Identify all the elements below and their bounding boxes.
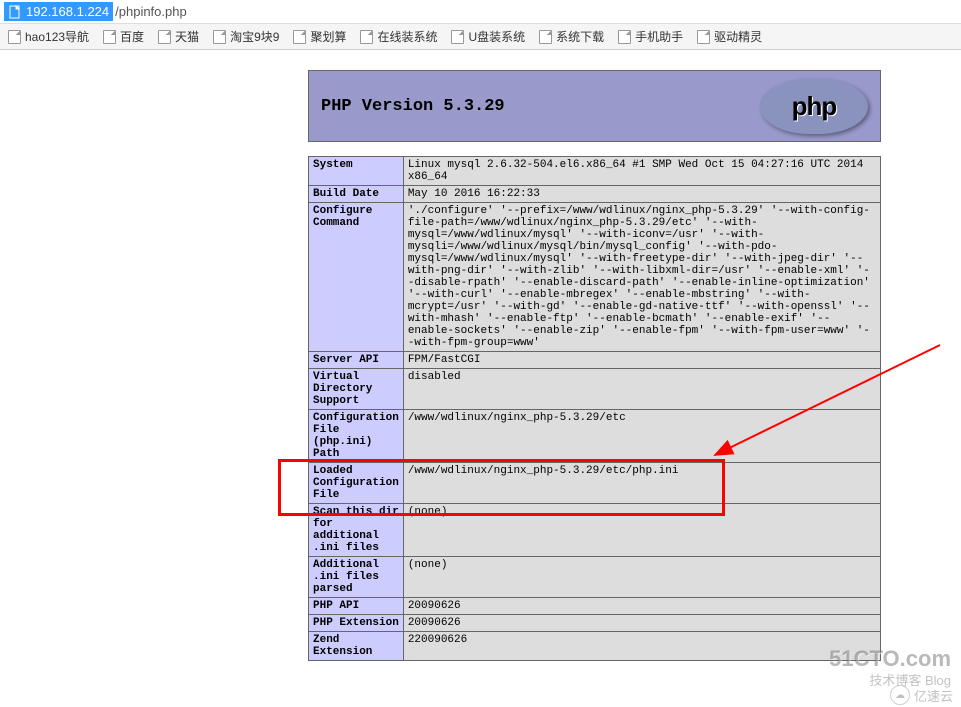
table-row: Scan this dir for additional .ini files(…	[309, 504, 881, 557]
table-row: Configure Command'./configure' '--prefix…	[309, 203, 881, 352]
row-label: Server API	[309, 352, 404, 369]
bookmark-label: 聚划算	[310, 28, 346, 45]
table-row: Configuration File (php.ini) Path/www/wd…	[309, 410, 881, 463]
row-label: Additional .ini files parsed	[309, 557, 404, 598]
page-icon	[8, 30, 21, 44]
watermark-yisu: ☁ 亿速云	[890, 685, 953, 705]
bookmark-item[interactable]: 手机助手	[618, 28, 683, 45]
row-label: Configure Command	[309, 203, 404, 352]
php-logo: php	[760, 79, 868, 134]
bookmark-label: 在线装系统	[377, 28, 437, 45]
bookmark-item[interactable]: 驱动精灵	[697, 28, 762, 45]
row-value: 20090626	[403, 615, 880, 632]
page-icon	[213, 30, 226, 44]
row-value: (none)	[403, 504, 880, 557]
php-logo-text: php	[792, 91, 837, 122]
page-icon	[451, 30, 464, 44]
page-icon	[618, 30, 631, 44]
row-label: Loaded Configuration File	[309, 463, 404, 504]
watermark-yisu-text: 亿速云	[914, 686, 953, 705]
row-value: './configure' '--prefix=/www/wdlinux/ngi…	[403, 203, 880, 352]
row-value: Linux mysql 2.6.32-504.el6.x86_64 #1 SMP…	[403, 157, 880, 186]
watermark-sub: 技术博客 Blog	[869, 670, 951, 689]
bookmark-item[interactable]: hao123导航	[8, 28, 89, 45]
url-bar[interactable]: 192.168.1.224 /phpinfo.php	[0, 0, 961, 24]
bookmark-item[interactable]: 淘宝9块9	[213, 28, 279, 45]
table-row: Loaded Configuration File/www/wdlinux/ng…	[309, 463, 881, 504]
bookmark-label: U盘装系统	[468, 28, 525, 45]
row-label: Scan this dir for additional .ini files	[309, 504, 404, 557]
table-row: PHP API20090626	[309, 598, 881, 615]
bookmark-label: 淘宝9块9	[230, 28, 279, 45]
table-row: Server APIFPM/FastCGI	[309, 352, 881, 369]
table-row: Virtual Directory Supportdisabled	[309, 369, 881, 410]
table-row: SystemLinux mysql 2.6.32-504.el6.x86_64 …	[309, 157, 881, 186]
php-version-title: PHP Version 5.3.29	[321, 97, 505, 116]
row-label: PHP API	[309, 598, 404, 615]
table-row: Build DateMay 10 2016 16:22:33	[309, 186, 881, 203]
row-label: Virtual Directory Support	[309, 369, 404, 410]
row-label: System	[309, 157, 404, 186]
bookmark-item[interactable]: U盘装系统	[451, 28, 525, 45]
bookmark-label: 手机助手	[635, 28, 683, 45]
content-area: PHP Version 5.3.29 php SystemLinux mysql…	[0, 50, 961, 661]
row-label: PHP Extension	[309, 615, 404, 632]
page-icon	[103, 30, 116, 44]
bookmark-item[interactable]: 在线装系统	[360, 28, 437, 45]
bookmark-label: 驱动精灵	[714, 28, 762, 45]
bookmark-item[interactable]: 天猫	[158, 28, 199, 45]
row-value: /www/wdlinux/nginx_php-5.3.29/etc	[403, 410, 880, 463]
row-value: 20090626	[403, 598, 880, 615]
row-value: May 10 2016 16:22:33	[403, 186, 880, 203]
bookmark-item[interactable]: 百度	[103, 28, 144, 45]
table-row: Additional .ini files parsed(none)	[309, 557, 881, 598]
page-icon	[158, 30, 171, 44]
table-row: PHP Extension20090626	[309, 615, 881, 632]
row-value: /www/wdlinux/nginx_php-5.3.29/etc/php.in…	[403, 463, 880, 504]
row-label: Configuration File (php.ini) Path	[309, 410, 404, 463]
bookmark-label: hao123导航	[25, 28, 89, 45]
bookmark-item[interactable]: 系统下载	[539, 28, 604, 45]
phpinfo-header: PHP Version 5.3.29 php	[308, 70, 881, 142]
bookmark-item[interactable]: 聚划算	[293, 28, 346, 45]
row-value: (none)	[403, 557, 880, 598]
page-icon	[539, 30, 552, 44]
cloud-icon: ☁	[890, 685, 910, 705]
bookmark-label: 系统下载	[556, 28, 604, 45]
bookmarks-bar: hao123导航 百度 天猫 淘宝9块9 聚划算 在线装系统 U盘装系统 系统下…	[0, 24, 961, 50]
bookmark-label: 天猫	[175, 28, 199, 45]
row-label: Zend Extension	[309, 632, 404, 661]
page-icon	[697, 30, 710, 44]
row-value: 220090626	[403, 632, 880, 661]
row-value: FPM/FastCGI	[403, 352, 880, 369]
url-path: /phpinfo.php	[113, 2, 189, 21]
bookmark-label: 百度	[120, 28, 144, 45]
page-icon	[293, 30, 306, 44]
phpinfo-table: SystemLinux mysql 2.6.32-504.el6.x86_64 …	[308, 156, 881, 661]
row-value: disabled	[403, 369, 880, 410]
row-label: Build Date	[309, 186, 404, 203]
table-row: Zend Extension220090626	[309, 632, 881, 661]
page-icon	[360, 30, 373, 44]
page-icon	[8, 5, 22, 19]
url-host: 192.168.1.224	[4, 2, 113, 21]
